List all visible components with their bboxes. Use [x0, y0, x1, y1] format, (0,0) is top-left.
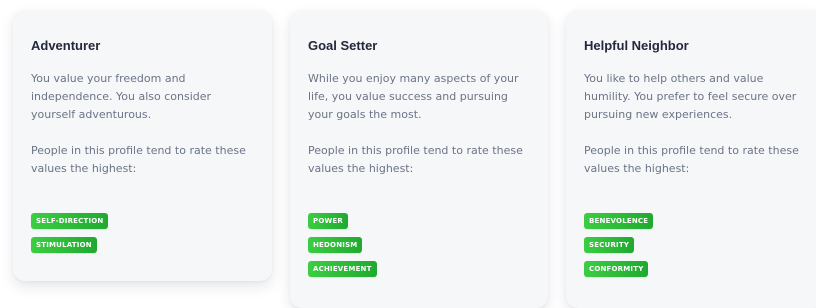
value-badges: SELF-DIRECTION STIMULATION: [31, 213, 109, 253]
value-badge: HEDONISM: [308, 237, 363, 253]
card-title: Goal Setter: [308, 38, 378, 53]
profile-card-adventurer[interactable]: Adventurer You value your freedom and in…: [13, 10, 272, 281]
profile-card-helpful-neighbor[interactable]: Helpful Neighbor You like to help others…: [566, 10, 816, 308]
card-description: You like to help others and value humili…: [584, 72, 797, 121]
value-badge: SECURITY: [584, 237, 635, 253]
value-badge: STIMULATION: [31, 237, 97, 253]
value-badge: SELF-DIRECTION: [31, 213, 109, 229]
card-values-note: People in this profile tend to rate thes…: [31, 144, 246, 175]
card-title: Adventurer: [31, 38, 101, 53]
card-title: Helpful Neighbor: [584, 38, 689, 53]
value-badge: CONFORMITY: [584, 261, 649, 277]
value-badges: BENEVOLENCE SECURITY CONFORMITY: [584, 213, 654, 277]
card-values-note: People in this profile tend to rate thes…: [308, 144, 523, 175]
profile-card-goal-setter[interactable]: Goal Setter While you enjoy many aspects…: [290, 10, 548, 308]
card-description: While you enjoy many aspects of your lif…: [308, 72, 519, 121]
value-badges: POWER HEDONISM ACHIEVEMENT: [308, 213, 377, 277]
value-badge: BENEVOLENCE: [584, 213, 654, 229]
card-description: You value your freedom and independence.…: [31, 72, 212, 121]
profile-cards: Adventurer You value your freedom and in…: [0, 0, 816, 308]
card-values-note: People in this profile tend to rate thes…: [584, 144, 799, 175]
value-badge: ACHIEVEMENT: [308, 261, 377, 277]
value-badge: POWER: [308, 213, 348, 229]
